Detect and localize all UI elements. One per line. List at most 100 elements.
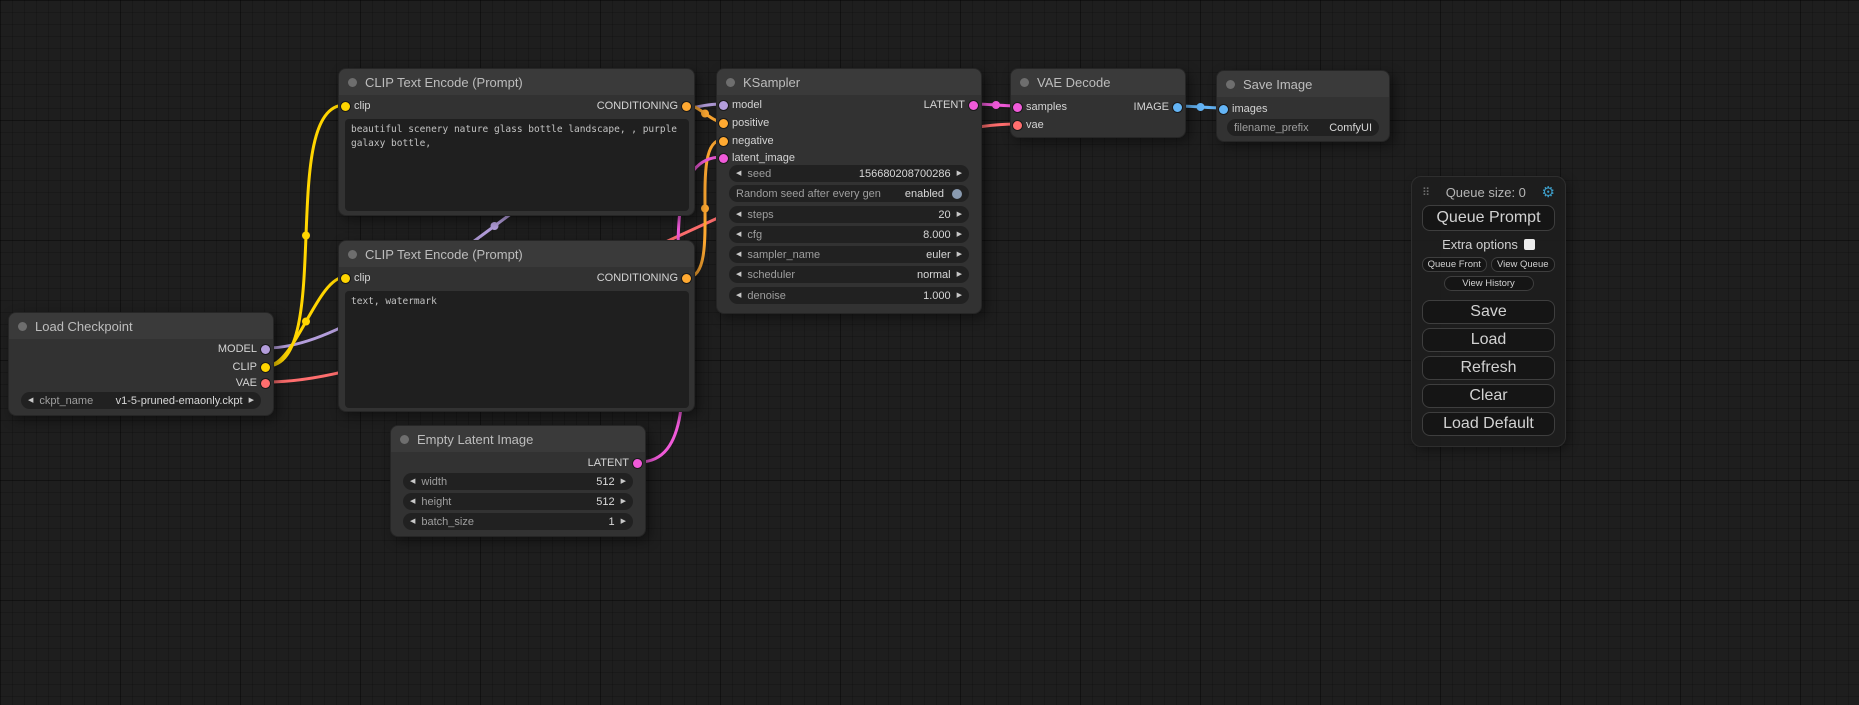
node-title-bar[interactable]: VAE Decode — [1011, 69, 1185, 95]
widget-value: 512 — [596, 496, 614, 508]
input-dot-samples[interactable] — [1013, 103, 1022, 112]
output-dot-latent[interactable] — [633, 459, 642, 468]
clear-button[interactable]: Clear — [1422, 384, 1555, 408]
node-title-bar[interactable]: CLIP Text Encode (Prompt) — [339, 241, 694, 267]
output-dot-clip[interactable] — [261, 363, 270, 372]
widget-sampler-name[interactable]: ◀ sampler_name euler ▶ — [729, 246, 969, 263]
node-load-checkpoint[interactable]: Load Checkpoint MODEL CLIP VAE ◀ ckpt_na… — [8, 312, 274, 416]
node-vae-decode[interactable]: VAE Decode samples vae IMAGE — [1010, 68, 1186, 138]
increment-arrow-icon[interactable]: ▶ — [957, 170, 962, 177]
decrement-arrow-icon[interactable]: ◀ — [410, 498, 415, 505]
settings-gear-icon[interactable]: ⚙ — [1542, 183, 1555, 201]
increment-arrow-icon[interactable]: ▶ — [249, 397, 254, 404]
output-dot-conditioning[interactable] — [682, 274, 691, 283]
output-dot-image[interactable] — [1173, 103, 1182, 112]
extra-options-checkbox[interactable] — [1524, 239, 1535, 250]
node-title-bar[interactable]: Save Image — [1217, 71, 1389, 97]
widget-denoise[interactable]: ◀ denoise 1.000 ▶ — [729, 287, 969, 304]
node-save-image[interactable]: Save Image images filename_prefix ComfyU… — [1216, 70, 1390, 142]
widget-label: sampler_name — [747, 249, 820, 261]
increment-arrow-icon[interactable]: ▶ — [957, 251, 962, 258]
input-dot-vae[interactable] — [1013, 121, 1022, 130]
increment-arrow-icon[interactable]: ▶ — [957, 292, 962, 299]
output-dot-latent[interactable] — [969, 101, 978, 110]
increment-arrow-icon[interactable]: ▶ — [957, 271, 962, 278]
input-dot-images[interactable] — [1219, 105, 1228, 114]
increment-arrow-icon[interactable]: ▶ — [957, 231, 962, 238]
widget-ckpt-name[interactable]: ◀ ckpt_name v1-5-pruned-emaonly.ckpt ▶ — [21, 392, 261, 409]
node-clip-text-encode-positive[interactable]: CLIP Text Encode (Prompt) clip CONDITION… — [338, 68, 695, 216]
view-queue-button[interactable]: View Queue — [1491, 257, 1556, 272]
collapse-dot-icon[interactable] — [1020, 78, 1029, 87]
widget-label: height — [421, 496, 451, 508]
queue-prompt-button[interactable]: Queue Prompt — [1422, 205, 1555, 231]
widget-batch-size[interactable]: ◀ batch_size 1 ▶ — [403, 513, 633, 530]
node-title-bar[interactable]: Empty Latent Image — [391, 426, 645, 452]
input-dot-model[interactable] — [719, 101, 728, 110]
queue-front-button[interactable]: Queue Front — [1422, 257, 1487, 272]
increment-arrow-icon[interactable]: ▶ — [621, 518, 626, 525]
node-empty-latent-image[interactable]: Empty Latent Image LATENT ◀ width 512 ▶ … — [390, 425, 646, 537]
widget-steps[interactable]: ◀ steps 20 ▶ — [729, 206, 969, 223]
decrement-arrow-icon[interactable]: ◀ — [736, 170, 741, 177]
widget-value: 1.000 — [923, 290, 951, 302]
input-dot-latent-image[interactable] — [719, 154, 728, 163]
output-dot-conditioning[interactable] — [682, 102, 691, 111]
decrement-arrow-icon[interactable]: ◀ — [736, 211, 741, 218]
widget-seed[interactable]: ◀ seed 156680208700286 ▶ — [729, 165, 969, 182]
collapse-dot-icon[interactable] — [726, 78, 735, 87]
view-history-button[interactable]: View History — [1444, 276, 1534, 291]
decrement-arrow-icon[interactable]: ◀ — [410, 518, 415, 525]
widget-label: denoise — [747, 290, 786, 302]
prompt-text-input[interactable]: beautiful scenery nature glass bottle la… — [345, 119, 689, 211]
widget-label: scheduler — [747, 269, 795, 281]
widget-width[interactable]: ◀ width 512 ▶ — [403, 473, 633, 490]
node-clip-text-encode-negative[interactable]: CLIP Text Encode (Prompt) clip CONDITION… — [338, 240, 695, 412]
toggle-dot-icon[interactable] — [952, 189, 962, 199]
increment-arrow-icon[interactable]: ▶ — [621, 478, 626, 485]
collapse-dot-icon[interactable] — [18, 322, 27, 331]
decrement-arrow-icon[interactable]: ◀ — [736, 292, 741, 299]
node-title-bar[interactable]: Load Checkpoint — [9, 313, 273, 339]
prompt-text-input[interactable]: text, watermark — [345, 291, 689, 408]
decrement-arrow-icon[interactable]: ◀ — [28, 397, 33, 404]
input-dot-clip[interactable] — [341, 274, 350, 283]
input-dot-clip[interactable] — [341, 102, 350, 111]
node-graph-canvas[interactable]: Load Checkpoint MODEL CLIP VAE ◀ ckpt_na… — [0, 0, 1859, 705]
increment-arrow-icon[interactable]: ▶ — [957, 211, 962, 218]
decrement-arrow-icon[interactable]: ◀ — [410, 478, 415, 485]
increment-arrow-icon[interactable]: ▶ — [621, 498, 626, 505]
load-default-button[interactable]: Load Default — [1422, 412, 1555, 436]
output-dot-model[interactable] — [261, 345, 270, 354]
decrement-arrow-icon[interactable]: ◀ — [736, 251, 741, 258]
input-label-negative: negative — [732, 135, 774, 147]
node-ksampler[interactable]: KSampler model positive negative latent_… — [716, 68, 982, 314]
widget-scheduler[interactable]: ◀ scheduler normal ▶ — [729, 266, 969, 283]
widget-filename-prefix[interactable]: filename_prefix ComfyUI — [1227, 119, 1379, 136]
decrement-arrow-icon[interactable]: ◀ — [736, 271, 741, 278]
input-dot-negative[interactable] — [719, 137, 728, 146]
widget-value: 156680208700286 — [859, 168, 951, 180]
output-dot-vae[interactable] — [261, 379, 270, 388]
collapse-dot-icon[interactable] — [400, 435, 409, 444]
wire-midpoint-dot — [302, 232, 310, 240]
collapse-dot-icon[interactable] — [348, 250, 357, 259]
drag-handle-icon[interactable]: ⠿ — [1422, 186, 1430, 199]
node-title-bar[interactable]: CLIP Text Encode (Prompt) — [339, 69, 694, 95]
refresh-button[interactable]: Refresh — [1422, 356, 1555, 380]
wire-midpoint-dot — [1197, 103, 1205, 111]
widget-height[interactable]: ◀ height 512 ▶ — [403, 493, 633, 510]
collapse-dot-icon[interactable] — [348, 78, 357, 87]
widget-value: 1 — [608, 516, 614, 528]
output-label-latent: LATENT — [588, 457, 629, 469]
input-dot-positive[interactable] — [719, 119, 728, 128]
widget-cfg[interactable]: ◀ cfg 8.000 ▶ — [729, 226, 969, 243]
node-title: Save Image — [1243, 77, 1312, 92]
widget-value: enabled — [905, 188, 944, 200]
widget-random-seed-toggle[interactable]: Random seed after every gen enabled — [729, 185, 969, 202]
node-title-bar[interactable]: KSampler — [717, 69, 981, 95]
save-button[interactable]: Save — [1422, 300, 1555, 324]
collapse-dot-icon[interactable] — [1226, 80, 1235, 89]
load-button[interactable]: Load — [1422, 328, 1555, 352]
decrement-arrow-icon[interactable]: ◀ — [736, 231, 741, 238]
